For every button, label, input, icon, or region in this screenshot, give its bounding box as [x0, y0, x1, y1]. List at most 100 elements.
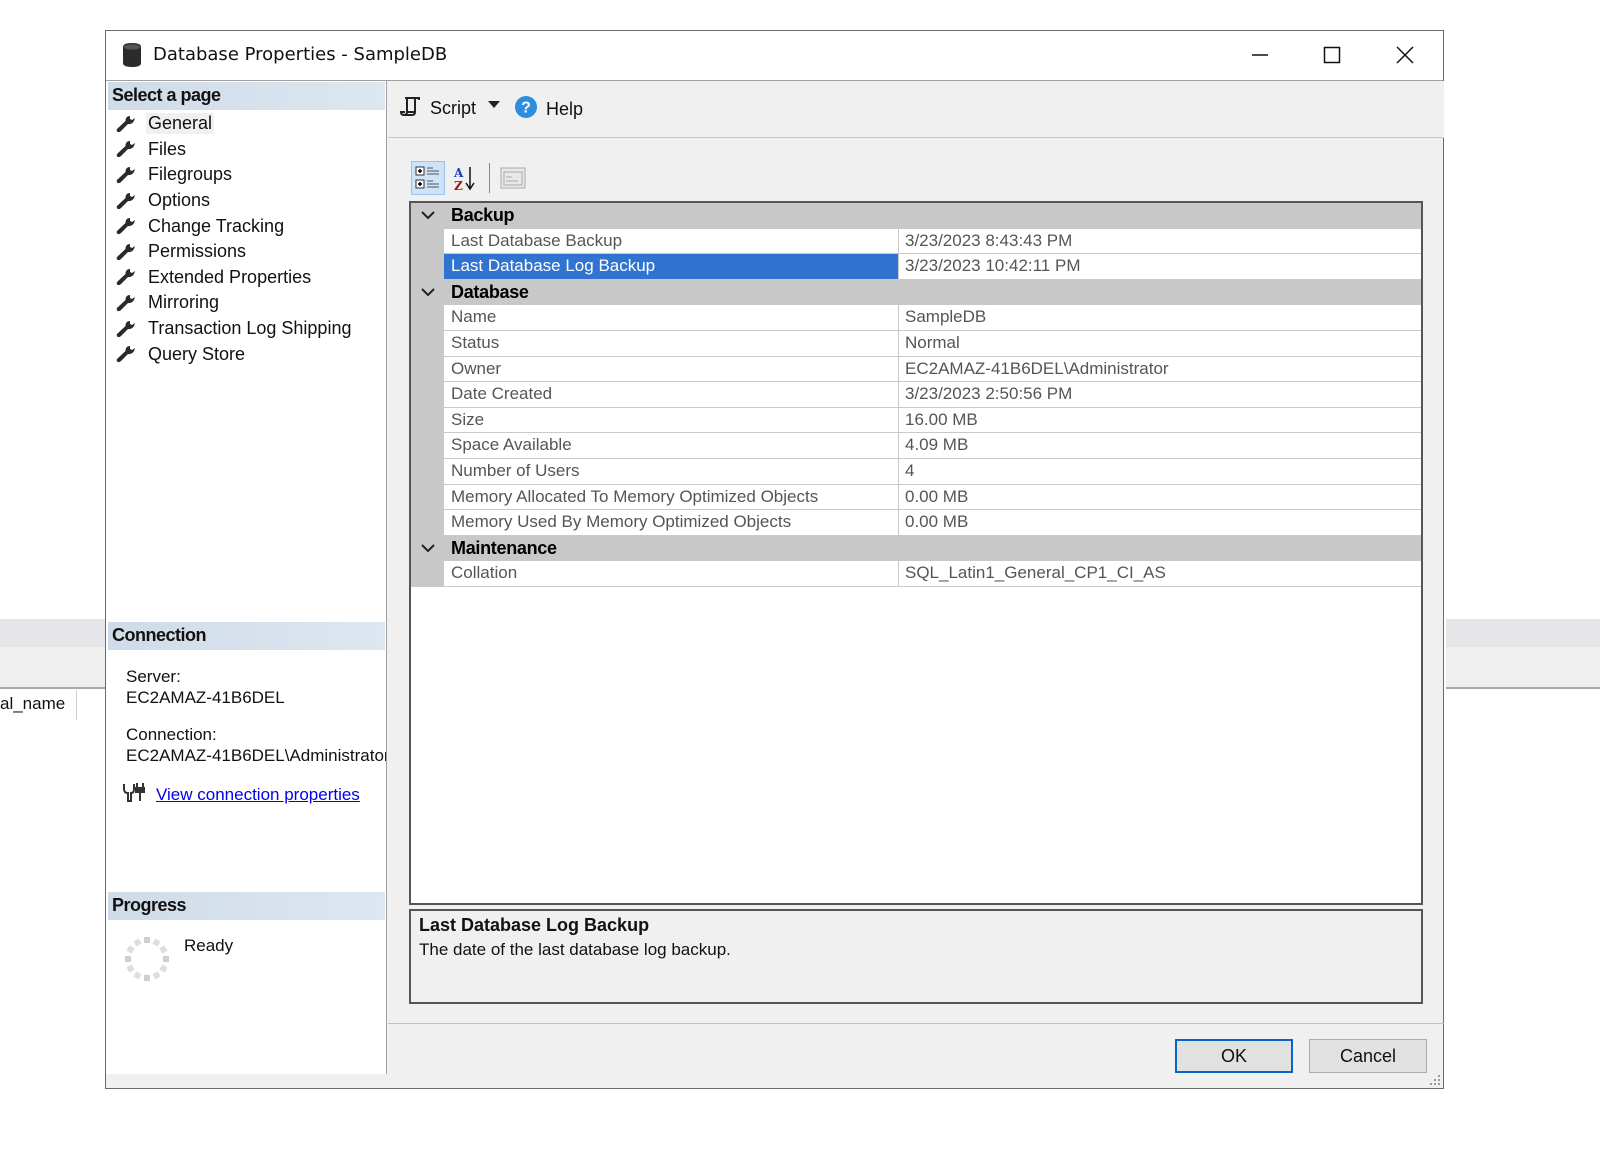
property-row[interactable]: Collation SQL_Latin1_General_CP1_CI_AS [411, 561, 1421, 587]
server-value: EC2AMAZ-41B6DEL [126, 688, 285, 707]
chevron-down-icon[interactable] [411, 543, 444, 554]
property-name[interactable]: Memory Used By Memory Optimized Objects [444, 510, 899, 536]
property-row[interactable]: Date Created 3/23/2023 2:50:56 PM [411, 382, 1421, 408]
property-value[interactable]: 0.00 MB [899, 484, 1421, 511]
property-row[interactable]: Name SampleDB [411, 305, 1421, 331]
sidebar-page-permissions[interactable]: Permissions [116, 239, 353, 265]
property-name[interactable]: Owner [444, 356, 899, 383]
property-name[interactable]: Status [444, 331, 899, 357]
property-value[interactable]: 3/23/2023 8:43:43 PM [899, 228, 1421, 255]
property-row[interactable]: Status Normal [411, 331, 1421, 357]
property-name[interactable]: Size [444, 407, 899, 434]
sidebar-page-label: Filegroups [148, 164, 233, 185]
cancel-button[interactable]: Cancel [1309, 1039, 1427, 1073]
chevron-down-icon[interactable] [411, 287, 444, 298]
property-row[interactable]: Number of Users 4 [411, 459, 1421, 485]
help-button[interactable]: ? Help [514, 95, 583, 124]
categorized-view-button[interactable] [411, 161, 445, 195]
property-grid-toolbar: A Z [411, 161, 532, 195]
sidebar-page-general[interactable]: General [116, 111, 353, 137]
select-page-header: Select a page [108, 82, 385, 110]
script-dropdown-button[interactable] [488, 101, 500, 109]
row-gutter [411, 254, 444, 280]
background-column-header: al_name [0, 694, 66, 713]
property-row[interactable]: Space Available 4.09 MB [411, 433, 1421, 459]
wrench-icon [116, 294, 138, 312]
category-backup[interactable]: Backup [411, 203, 1421, 229]
sidebar-page-change-tracking[interactable]: Change Tracking [116, 213, 353, 239]
sidebar-page-label: Change Tracking [148, 215, 285, 236]
wrench-icon [116, 243, 138, 261]
connection-header: Connection [108, 622, 385, 650]
property-name[interactable]: Memory Allocated To Memory Optimized Obj… [444, 484, 899, 511]
minimize-icon [1252, 54, 1268, 56]
chevron-down-icon[interactable] [411, 211, 444, 221]
sidebar-page-extended-properties[interactable]: Extended Properties [116, 265, 353, 291]
sidebar-page-label: General [146, 113, 215, 135]
property-value[interactable]: SampleDB [899, 305, 1421, 331]
spinner-segment [144, 937, 150, 943]
property-value[interactable]: 4 [899, 459, 1421, 485]
property-name[interactable]: Number of Users [444, 459, 899, 485]
property-row[interactable]: Memory Allocated To Memory Optimized Obj… [411, 484, 1421, 511]
maximize-button[interactable] [1296, 31, 1368, 79]
sidebar-page-label: Extended Properties [148, 266, 312, 287]
property-name[interactable]: Space Available [444, 433, 899, 459]
property-value[interactable]: 3/23/2023 2:50:56 PM [899, 382, 1421, 408]
alphabetical-view-button[interactable]: A Z [447, 161, 481, 195]
property-value[interactable]: 16.00 MB [899, 407, 1421, 434]
sidebar-page-label: Files [148, 138, 187, 159]
background-column-separator [76, 690, 77, 720]
script-button[interactable]: Script [399, 95, 476, 122]
property-name[interactable]: Name [444, 305, 899, 331]
row-gutter [411, 561, 444, 587]
property-name[interactable]: Last Database Backup [444, 228, 899, 255]
property-value[interactable]: EC2AMAZ-41B6DEL\Administrator [899, 356, 1421, 383]
wrench-icon [116, 217, 138, 235]
property-name[interactable]: Date Created [444, 382, 899, 408]
sidebar-page-files[interactable]: Files [116, 137, 353, 163]
sidebar-page-label: Permissions [148, 241, 247, 262]
sidebar-page-options[interactable]: Options [116, 188, 353, 214]
property-value[interactable]: 3/23/2023 10:42:11 PM [899, 254, 1421, 280]
sidebar-page-transaction-log-shipping[interactable]: Transaction Log Shipping [116, 316, 353, 342]
property-value[interactable]: 0.00 MB [899, 510, 1421, 536]
category-label: Maintenance [451, 538, 557, 559]
view-connection-properties-link[interactable]: View connection properties [156, 785, 360, 805]
category-database[interactable]: Database [411, 279, 1421, 306]
spinner-segment [152, 971, 161, 980]
connection-info: Server: EC2AMAZ-41B6DEL Connection: EC2A… [126, 666, 386, 766]
property-name[interactable]: Collation [444, 561, 899, 587]
property-value[interactable]: SQL_Latin1_General_CP1_CI_AS [899, 561, 1421, 587]
property-row[interactable]: Last Database Backup 3/23/2023 8:43:43 PM [411, 228, 1421, 255]
spinner-segment [126, 945, 135, 954]
left-panel: Select a page General Files Filegroups Opti… [106, 81, 387, 1074]
property-pages-button[interactable] [496, 161, 530, 195]
sidebar-page-query-store[interactable]: Query Store [116, 341, 353, 367]
property-row[interactable]: Last Database Log Backup 3/23/2023 10:42:… [411, 254, 1421, 280]
wrench-icon [116, 140, 138, 158]
row-gutter [411, 305, 444, 331]
connection-value: EC2AMAZ-41B6DEL\Administrator [126, 746, 386, 765]
chevron-down-icon [488, 101, 500, 108]
category-maintenance[interactable]: Maintenance [411, 535, 1421, 562]
background-app-band [0, 619, 105, 647]
sidebar-page-filegroups[interactable]: Filegroups [116, 162, 353, 188]
close-button[interactable] [1369, 31, 1441, 79]
help-label: Help [546, 99, 584, 119]
sidebar-page-mirroring[interactable]: Mirroring [116, 290, 353, 316]
category-label: Backup [451, 205, 515, 226]
progress-spinner-icon [125, 937, 169, 981]
minimize-button[interactable] [1224, 31, 1296, 79]
background-app-band [1446, 647, 1600, 689]
resize-grip-icon[interactable] [1429, 1074, 1441, 1086]
property-row[interactable]: Memory Used By Memory Optimized Objects 0… [411, 510, 1421, 536]
property-name[interactable]: Last Database Log Backup [444, 254, 899, 280]
ok-button[interactable]: OK [1175, 1039, 1293, 1073]
title-bar[interactable]: Database Properties - SampleDB [106, 31, 1443, 81]
property-row[interactable]: Owner EC2AMAZ-41B6DEL\Administrator [411, 356, 1421, 383]
property-row[interactable]: Size 16.00 MB [411, 407, 1421, 434]
spinner-segment [144, 975, 150, 981]
property-value[interactable]: 4.09 MB [899, 433, 1421, 459]
property-value[interactable]: Normal [899, 331, 1421, 357]
